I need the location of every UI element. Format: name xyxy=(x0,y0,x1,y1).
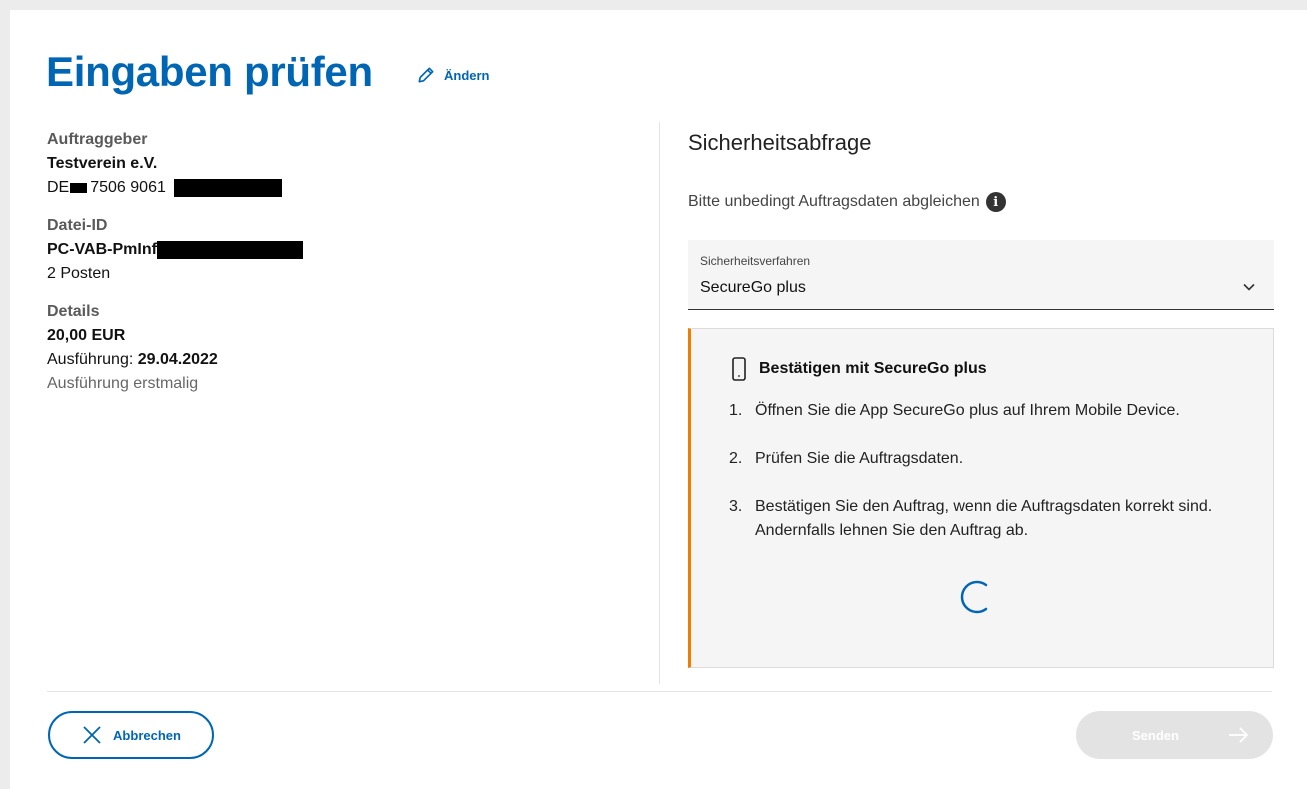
close-icon xyxy=(83,726,101,744)
confirmation-panel: Bestätigen mit SecureGo plus 1. Öffnen S… xyxy=(688,328,1274,668)
page-title: Eingaben prüfen xyxy=(46,48,373,95)
details-label: Details xyxy=(47,303,100,320)
execution-line: Ausführung: 29.04.2022 xyxy=(47,348,647,372)
select-value: SecureGo plus xyxy=(700,279,806,296)
security-title: Sicherheitsabfrage xyxy=(688,130,872,155)
cancel-button[interactable]: Abbrechen xyxy=(48,711,214,759)
file-label: Datei-ID xyxy=(47,217,108,234)
execution-note: Ausführung erstmalig xyxy=(47,375,199,392)
items-count: 2 Posten xyxy=(47,265,111,282)
list-item: 3. Bestätigen Sie den Auftrag, wenn die … xyxy=(729,495,1229,543)
step-number: 2. xyxy=(729,450,743,467)
edit-link[interactable]: Ändern xyxy=(416,65,490,85)
info-icon[interactable]: i xyxy=(985,192,1006,212)
review-card: Eingaben prüfen Ändern Auftraggeber Test… xyxy=(10,10,1307,789)
file-group: Datei-ID PC-VAB-PmInf 2 Posten xyxy=(47,214,647,286)
list-item: 1. Öffnen Sie die App SecureGo plus auf … xyxy=(729,399,1229,423)
pencil-icon xyxy=(418,67,434,83)
security-method-select[interactable]: Sicherheitsverfahren SecureGo plus xyxy=(688,240,1274,310)
loading-spinner-icon xyxy=(960,580,988,614)
iban-middle: 7506 9061 xyxy=(90,179,166,196)
chevron-down-icon xyxy=(1243,283,1255,291)
execution-date: 29.04.2022 xyxy=(137,351,218,368)
arrow-right-icon xyxy=(1229,727,1249,743)
mobile-device-icon xyxy=(732,357,746,381)
client-iban: DE 7506 9061 xyxy=(47,176,647,200)
step-number: 3. xyxy=(729,498,743,515)
security-section: Sicherheitsabfrage Bitte unbedingt Auftr… xyxy=(688,128,1274,668)
select-label: Sicherheitsverfahren xyxy=(700,254,811,268)
file-id-prefix: PC-VAB-PmInf xyxy=(47,241,157,258)
cancel-button-label: Abbrechen xyxy=(113,727,181,743)
send-button[interactable]: Senden xyxy=(1076,711,1273,759)
redaction-bar xyxy=(156,240,303,259)
list-item: 2. Prüfen Sie die Auftragsdaten. xyxy=(729,447,1229,471)
panel-header: Bestätigen mit SecureGo plus xyxy=(731,357,987,381)
step-text: Prüfen Sie die Auftragsdaten. xyxy=(755,450,964,467)
steps-list: 1. Öffnen Sie die App SecureGo plus auf … xyxy=(729,399,1229,567)
step-number: 1. xyxy=(729,402,743,419)
redaction-bar xyxy=(174,178,283,197)
step-text: Bestätigen Sie den Auftrag, wenn die Auf… xyxy=(755,498,1213,539)
security-hint-text: Bitte unbedingt Auftragsdaten abgleichen xyxy=(688,193,980,210)
details-group: Details 20,00 EUR Ausführung: 29.04.2022… xyxy=(47,300,647,396)
amount: 20,00 EUR xyxy=(47,327,126,344)
edit-link-label: Ändern xyxy=(444,67,490,83)
order-summary: Auftraggeber Testverein e.V. DE 7506 9061… xyxy=(47,128,647,410)
send-button-label: Senden xyxy=(1132,727,1179,743)
client-label: Auftraggeber xyxy=(47,131,148,148)
panel-title: Bestätigen mit SecureGo plus xyxy=(759,360,987,377)
redaction-bar xyxy=(70,182,88,193)
execution-label: Ausführung: xyxy=(47,351,138,368)
file-id: PC-VAB-PmInf xyxy=(47,238,647,262)
client-name: Testverein e.V. xyxy=(47,155,158,172)
footer-divider xyxy=(47,691,1272,692)
column-divider xyxy=(659,122,660,684)
iban-prefix: DE xyxy=(47,179,70,196)
security-hint: Bitte unbedingt Auftragsdaten abgleichen… xyxy=(688,192,1274,212)
step-text: Öffnen Sie die App SecureGo plus auf Ihr… xyxy=(755,402,1180,419)
client-group: Auftraggeber Testverein e.V. DE 7506 9061 xyxy=(47,128,647,200)
